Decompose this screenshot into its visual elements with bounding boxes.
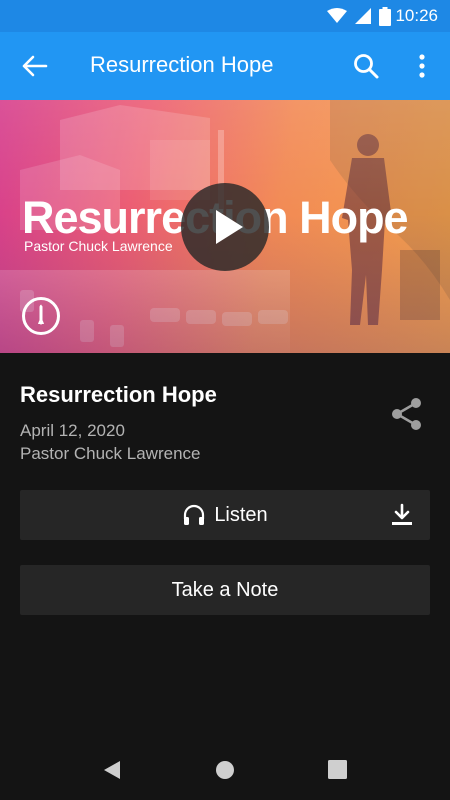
sermon-pastor: Pastor Chuck Lawrence: [20, 444, 201, 463]
sermon-title: Resurrection Hope: [20, 382, 217, 407]
sermon-date: April 12, 2020: [20, 421, 125, 440]
nav-home-icon[interactable]: [215, 760, 235, 780]
listen-button-content: Listen: [20, 490, 430, 540]
system-nav-bar: [0, 740, 450, 800]
wifi-icon: [327, 8, 348, 23]
take-note-button[interactable]: Take a Note: [20, 565, 430, 615]
headphones-icon: [184, 504, 205, 525]
share-icon[interactable]: [390, 396, 424, 432]
status-bar: 10:26: [0, 0, 450, 32]
more-vert-icon[interactable]: [412, 52, 432, 80]
nav-recents-icon[interactable]: [328, 760, 347, 779]
battery-icon: [379, 6, 392, 26]
app-bar: Resurrection Hope: [0, 32, 450, 100]
cell-signal-icon: [355, 8, 372, 24]
nav-back-icon[interactable]: [102, 760, 122, 780]
listen-button[interactable]: Listen: [20, 490, 430, 540]
sermon-hero-image[interactable]: Resurrection Hope Pastor Chuck Lawrence: [0, 100, 450, 353]
play-button[interactable]: [181, 183, 269, 271]
play-icon: [216, 210, 243, 244]
listen-label: Listen: [214, 503, 268, 526]
status-time: 10:26: [395, 6, 438, 25]
download-icon[interactable]: [390, 503, 414, 527]
status-icons: [327, 6, 392, 26]
church-logo-icon: [22, 297, 60, 335]
app-title: Resurrection Hope: [90, 52, 274, 77]
hero-subtitle: Pastor Chuck Lawrence: [24, 238, 173, 254]
take-note-label: Take a Note: [171, 578, 279, 601]
search-icon[interactable]: [352, 52, 380, 80]
back-arrow-icon[interactable]: [20, 54, 48, 78]
